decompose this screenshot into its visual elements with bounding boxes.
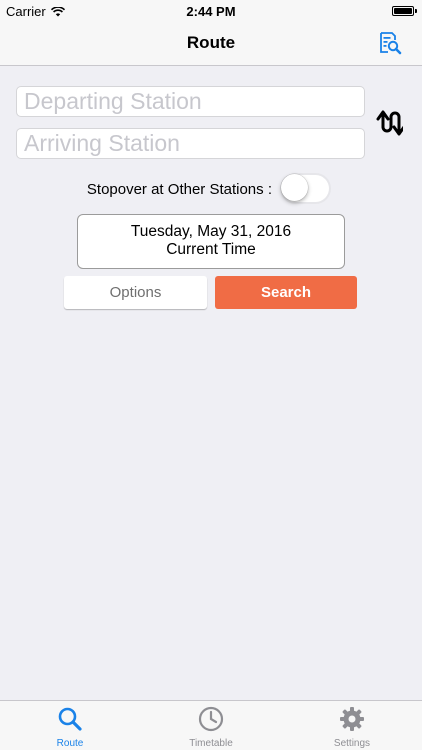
tab-route-label: Route: [56, 738, 84, 749]
stopover-label: Stopover at Other Stations :: [86, 181, 272, 198]
time-text: Current Time: [166, 241, 256, 258]
search-icon: [58, 707, 82, 731]
gear-icon: [340, 707, 364, 731]
departing-station-input[interactable]: [16, 86, 365, 117]
navigation-bar: Route: [0, 22, 422, 66]
search-button[interactable]: Search: [215, 276, 357, 309]
arriving-station-input[interactable]: [16, 128, 365, 159]
tab-timetable[interactable]: Timetable: [141, 701, 281, 750]
page-title: Route: [186, 33, 236, 52]
status-time: 2:44 PM: [186, 4, 236, 19]
toggle-knob: [281, 174, 308, 201]
swap-arrows-icon: [376, 110, 406, 136]
stopover-toggle[interactable]: [280, 173, 331, 204]
tab-route[interactable]: Route: [0, 701, 140, 750]
search-history-button[interactable]: [378, 31, 402, 55]
swap-stations-button[interactable]: [375, 110, 406, 136]
date-text: Tuesday, May 31, 2016: [130, 223, 292, 240]
status-bar: Carrier 2:44 PM: [0, 0, 422, 22]
tab-settings[interactable]: Settings: [282, 701, 422, 750]
tab-settings-label: Settings: [333, 738, 371, 749]
tab-bar: Route Timetable Settings: [0, 700, 422, 750]
tab-timetable-label: Timetable: [189, 738, 233, 749]
battery-icon: [392, 6, 414, 16]
battery-fill: [394, 8, 412, 14]
clock-icon: [198, 706, 224, 732]
battery-tip: [415, 9, 417, 13]
search-document-icon: [380, 32, 402, 55]
options-button[interactable]: Options: [64, 276, 207, 309]
date-time-picker[interactable]: Tuesday, May 31, 2016 Current Time: [77, 214, 345, 269]
